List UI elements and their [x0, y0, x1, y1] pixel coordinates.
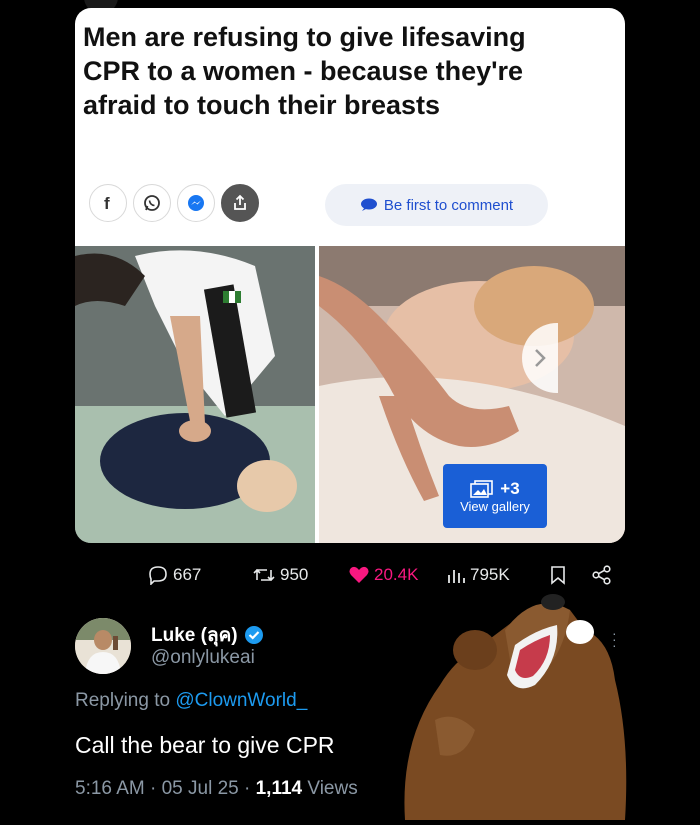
- verified-badge-icon: [244, 626, 263, 644]
- bookmark-icon: [551, 566, 565, 585]
- article-card[interactable]: Men are refusing to give lifesaving CPR …: [75, 8, 625, 543]
- share-nodes-icon: [592, 565, 611, 585]
- reply-button[interactable]: 667: [147, 565, 201, 585]
- tweet-meta: 5:16 AM · 05 Jul 25 · 1,114 Views: [75, 778, 358, 800]
- view-gallery-button[interactable]: +3 View gallery: [443, 464, 547, 528]
- cpr-training-photo[interactable]: [75, 246, 315, 543]
- post-action-bar: 667 950 20.4K 795K: [80, 560, 620, 590]
- tweet-timestamp[interactable]: 5:16 AM · 05 Jul 25 ·: [75, 778, 256, 799]
- comment-button[interactable]: Be first to comment: [325, 184, 548, 226]
- views-count: 795K: [470, 565, 510, 584]
- replying-to: Replying to @ClownWorld_: [75, 690, 307, 712]
- gallery-count-row: +3: [470, 478, 520, 499]
- share-post-button[interactable]: [592, 565, 612, 585]
- display-name-row[interactable]: Luke (ลุค): [151, 620, 264, 650]
- replying-prefix: Replying to: [75, 690, 171, 711]
- bookmark-button[interactable]: [550, 565, 566, 585]
- repost-count: 950: [280, 565, 309, 584]
- svg-text:f: f: [104, 194, 110, 212]
- whatsapp-icon[interactable]: [133, 184, 171, 222]
- reply-count: 667: [173, 565, 202, 584]
- messenger-icon[interactable]: [177, 184, 215, 222]
- facebook-icon[interactable]: f: [89, 184, 127, 222]
- repost-icon: [253, 568, 275, 582]
- user-handle[interactable]: @onlylukeai: [151, 647, 255, 669]
- bear-sticker: [395, 590, 635, 820]
- share-row: f: [89, 183, 259, 223]
- article-headline: Men are refusing to give lifesaving CPR …: [83, 22, 526, 120]
- repost-button[interactable]: 950: [252, 565, 308, 585]
- share-icon[interactable]: [221, 184, 259, 222]
- heart-icon: [349, 566, 369, 583]
- reply-icon: [149, 566, 167, 585]
- display-name: Luke (ลุค): [151, 625, 238, 646]
- avatar[interactable]: [75, 618, 131, 674]
- tweet-views-label: Views: [302, 778, 358, 799]
- replying-mention-link[interactable]: @ClownWorld_: [175, 690, 307, 711]
- comment-pill-label: Be first to comment: [383, 196, 514, 214]
- like-button[interactable]: 20.4K: [348, 565, 418, 585]
- gallery-label: View gallery: [460, 498, 530, 514]
- tweet-text: Call the bear to give CPR: [75, 732, 335, 758]
- views-chart-icon: [448, 570, 465, 583]
- views-button[interactable]: 795K: [446, 565, 510, 585]
- like-count: 20.4K: [374, 565, 419, 584]
- tweet-view-count: 1,114: [255, 778, 303, 799]
- gallery-count: +3: [500, 478, 520, 498]
- gallery-icon: [470, 479, 494, 498]
- chevron-right-icon: [535, 349, 546, 367]
- comment-bubble-icon: [360, 198, 377, 211]
